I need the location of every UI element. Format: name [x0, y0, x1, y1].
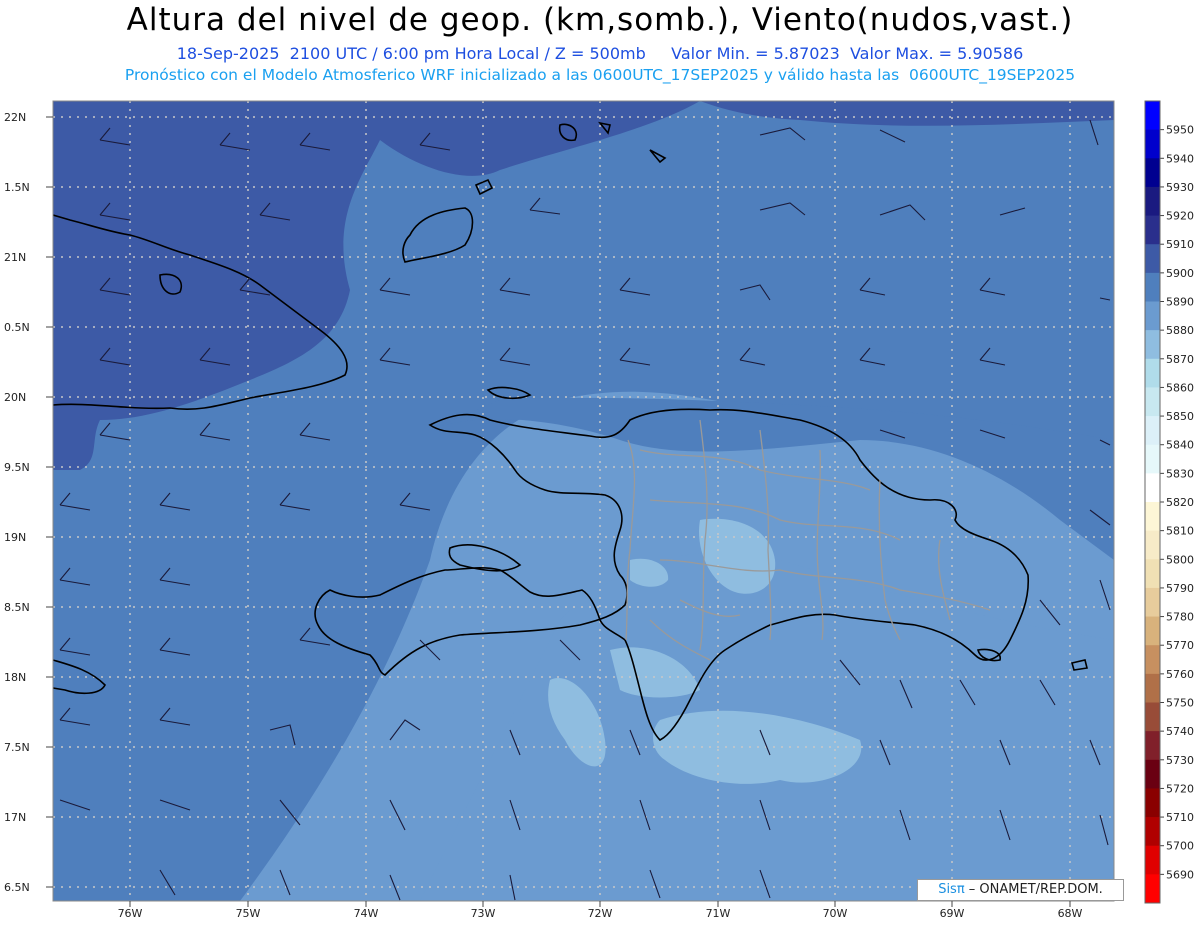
colorbar-swatch	[1145, 101, 1160, 131]
lon-label: 74W	[354, 907, 379, 920]
colorbar-label: 5840	[1166, 439, 1194, 452]
sispi-logo-text: Sisπ	[938, 882, 965, 897]
colorbar-swatch	[1145, 272, 1160, 302]
lat-label: 18N	[4, 671, 26, 684]
colorbar-label: 5810	[1166, 525, 1194, 538]
lat-label: 22N	[4, 111, 26, 124]
colorbar-swatch	[1145, 416, 1160, 446]
colorbar-swatch	[1145, 129, 1160, 159]
colorbar-label: 5940	[1166, 152, 1194, 165]
colorbar-swatch	[1145, 215, 1160, 245]
lat-label: 19N	[4, 531, 26, 544]
colorbar-label: 5770	[1166, 639, 1194, 652]
colorbar-swatch	[1145, 158, 1160, 188]
colorbar-swatch	[1145, 587, 1160, 618]
colorbar-swatch	[1145, 759, 1160, 789]
colorbar-swatch	[1145, 301, 1160, 331]
lat-label: 20N	[4, 391, 26, 404]
colorbar-swatch	[1145, 817, 1160, 847]
lon-label: 68W	[1058, 907, 1083, 920]
colorbar-label: 5690	[1166, 868, 1194, 881]
colorbar-label: 5830	[1166, 467, 1194, 480]
colorbar-label: 5920	[1166, 210, 1194, 223]
colorbar-swatch	[1145, 530, 1160, 560]
colorbar-swatch	[1145, 845, 1160, 875]
colorbar-swatch	[1145, 244, 1160, 274]
colorbar-label: 5900	[1166, 267, 1194, 280]
lon-axis: 76W 75W 74W 73W 72W 71W 70W 69W 68W	[118, 901, 1083, 920]
lat-label: 6.5N	[4, 881, 30, 894]
colorbar-label: 5740	[1166, 725, 1194, 738]
lon-label: 73W	[471, 907, 496, 920]
colorbar-label: 5860	[1166, 381, 1194, 394]
credit-box: Sisπ – ONAMET/REP.DOM.	[917, 879, 1124, 901]
colorbar-label: 5700	[1166, 840, 1194, 853]
lat-label: 8.5N	[4, 601, 30, 614]
colorbar-label: 5800	[1166, 553, 1194, 566]
colorbar-label: 5760	[1166, 668, 1194, 681]
colorbar: 5950 5940 5930 5920 5910 5900 5890 5880 5870 5860…	[1144, 100, 1194, 904]
lon-label: 70W	[823, 907, 848, 920]
credit-text: – ONAMET/REP.DOM.	[964, 882, 1103, 897]
colorbar-swatch	[1145, 502, 1160, 532]
colorbar-swatch	[1145, 559, 1160, 589]
lat-axis: 22N 1.5N 21N 0.5N 20N 9.5N 19N 8.5N 18N …	[4, 111, 53, 894]
lat-label: 9.5N	[4, 461, 30, 474]
colorbar-swatch	[1145, 358, 1160, 388]
colorbar-label: 5730	[1166, 754, 1194, 767]
colorbar-swatch	[1145, 387, 1160, 417]
colorbar-label: 5790	[1166, 582, 1194, 595]
lon-label: 69W	[940, 907, 965, 920]
lat-label: 0.5N	[4, 321, 30, 334]
colorbar-label: 5870	[1166, 353, 1194, 366]
lon-label: 72W	[588, 907, 613, 920]
map-canvas: 22N 1.5N 21N 0.5N 20N 9.5N 19N 8.5N 18N …	[4, 100, 1194, 920]
colorbar-label: 5720	[1166, 782, 1194, 795]
lat-label: 17N	[4, 811, 26, 824]
colorbar-swatch	[1145, 186, 1160, 217]
colorbar-swatch	[1145, 874, 1160, 904]
colorbar-swatch	[1145, 330, 1160, 360]
colorbar-label: 5820	[1166, 496, 1194, 509]
colorbar-label: 5850	[1166, 410, 1194, 423]
lat-label: 21N	[4, 251, 26, 264]
colorbar-label: 5880	[1166, 324, 1194, 337]
colorbar-swatch	[1145, 444, 1160, 474]
colorbar-label: 5930	[1166, 181, 1194, 194]
colorbar-label: 5710	[1166, 811, 1194, 824]
lat-label: 7.5N	[4, 741, 30, 754]
colorbar-swatch	[1145, 473, 1160, 503]
colorbar-swatch	[1145, 702, 1160, 732]
colorbar-swatch	[1145, 673, 1160, 703]
lat-label: 1.5N	[4, 181, 30, 194]
colorbar-label: 5750	[1166, 697, 1194, 710]
colorbar-swatch	[1145, 616, 1160, 646]
lon-label: 76W	[118, 907, 143, 920]
colorbar-swatch	[1145, 731, 1160, 761]
colorbar-label: 5910	[1166, 238, 1194, 251]
colorbar-swatch	[1145, 645, 1160, 675]
geopotential-shading	[53, 101, 1114, 901]
colorbar-label: 5890	[1166, 296, 1194, 309]
colorbar-swatch	[1145, 788, 1160, 818]
colorbar-label: 5780	[1166, 611, 1194, 624]
lon-label: 75W	[236, 907, 261, 920]
lon-label: 71W	[706, 907, 731, 920]
colorbar-label: 5950	[1166, 124, 1194, 137]
